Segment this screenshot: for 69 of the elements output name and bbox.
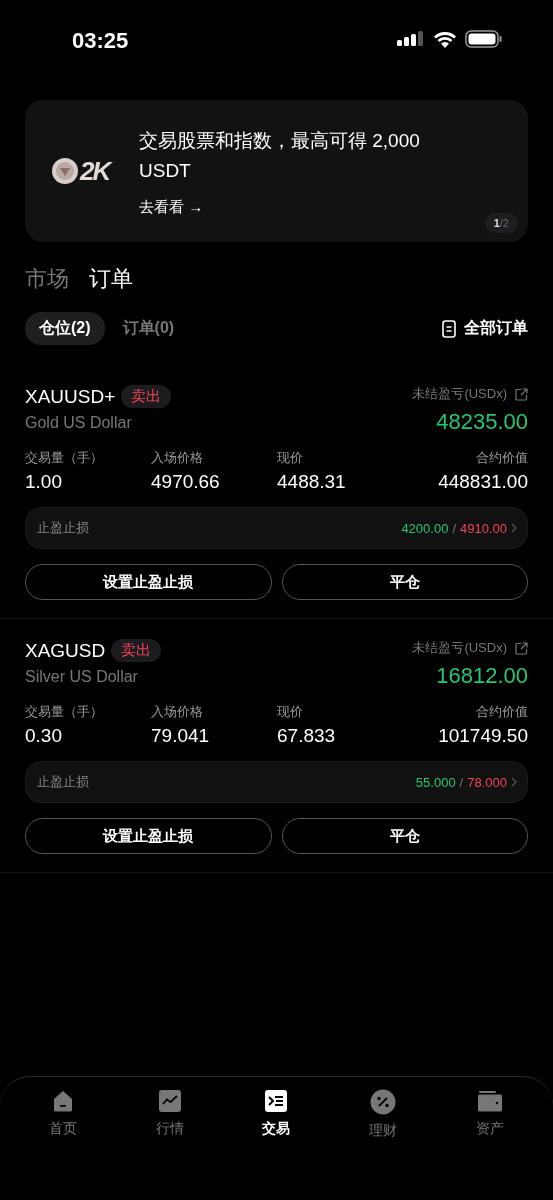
symbol: XAUUSD+ (25, 385, 116, 408)
percent-icon (370, 1089, 397, 1115)
nav-item[interactable]: 行情 (134, 1089, 205, 1200)
instrument-name: Gold US Dollar (25, 414, 133, 432)
filter-tab[interactable]: 订单(0) (108, 312, 189, 345)
action-button[interactable]: 平仓 (281, 564, 528, 600)
chevron-right-icon (511, 777, 517, 787)
separator: / (452, 520, 456, 536)
field-value: 79.041 (151, 725, 211, 747)
field-value: 4970.66 (151, 471, 221, 493)
separator: / (459, 774, 464, 790)
pnl-label: 未结盈亏(USDx) (412, 639, 507, 657)
page-indicator: 1/2 (484, 213, 518, 233)
field-label: 交易量（手） (25, 703, 104, 721)
filter-tab[interactable]: 仓位(2) (25, 312, 105, 345)
tpsl-label: 止盈止损 (37, 773, 89, 791)
nav-item[interactable]: 交易 (241, 1089, 312, 1200)
take-profit-value: 55.000 (415, 774, 456, 790)
nav-item[interactable]: 首页 (28, 1089, 99, 1200)
field-label: 入场价格 (151, 449, 204, 467)
tpsl-label: 止盈止损 (37, 519, 89, 537)
field-label: 交易量（手） (25, 449, 104, 467)
coin-icon (51, 157, 79, 185)
status-time: 03:25 (72, 28, 129, 54)
pnl-label: 未结盈亏(USDx) (412, 385, 507, 403)
share-icon[interactable] (515, 387, 528, 401)
action-button[interactable]: 平仓 (281, 818, 528, 854)
side-tag: 卖出 (111, 639, 162, 662)
nav-item[interactable]: 理财 (348, 1089, 419, 1200)
pnl-value: 48235.00 (436, 409, 528, 435)
field-value: 1.00 (25, 471, 63, 493)
signal-icon (397, 31, 425, 47)
section-tab[interactable]: 市场 (25, 264, 69, 294)
wallet-icon (476, 1089, 503, 1113)
field-value: 0.30 (25, 725, 63, 747)
promo-banner[interactable]: 2K 交易股票和指数，最高可得 2,000 USDT 去看看 → 1/2 (25, 100, 528, 242)
banner-title: 交易股票和指数，最高可得 2,000 USDT (139, 128, 421, 183)
field-label: 合约价值 (476, 449, 528, 467)
banner-link[interactable]: 去看看 → (139, 197, 459, 217)
take-profit-value: 4200.00 (401, 520, 449, 536)
trade-icon (264, 1089, 289, 1113)
share-icon[interactable] (515, 641, 528, 655)
side-tag: 卖出 (121, 385, 172, 408)
field-label: 入场价格 (151, 703, 204, 721)
instrument-name: Silver US Dollar (25, 668, 139, 686)
field-label: 合约价值 (476, 703, 528, 721)
tpsl-bar[interactable]: 止盈止损 4200.00 / 4910.00 (25, 507, 528, 549)
symbol: XAGUSD (25, 639, 106, 662)
battery-icon (465, 30, 503, 48)
field-label: 现价 (277, 703, 304, 721)
nav-item[interactable]: 资产 (454, 1089, 525, 1200)
section-tab[interactable]: 订单 (89, 264, 133, 294)
document-icon (442, 319, 456, 338)
stop-loss-value: 4910.00 (460, 520, 507, 536)
stop-loss-value: 78.000 (467, 774, 507, 790)
logo-text: 2K (80, 155, 110, 187)
field-label: 现价 (277, 449, 304, 467)
action-button[interactable]: 设置止盈止损 (25, 818, 272, 854)
field-value: 67.833 (277, 725, 337, 747)
action-button[interactable]: 设置止盈止损 (25, 564, 272, 600)
chevron-right-icon (511, 523, 517, 533)
tpsl-bar[interactable]: 止盈止损 55.000 / 78.000 (25, 761, 528, 803)
field-value: 101749.50 (438, 725, 528, 747)
all-orders-link[interactable]: 全部订单 (464, 318, 528, 339)
pnl-value: 16812.00 (436, 663, 528, 689)
chart-icon (157, 1089, 182, 1113)
wifi-icon (433, 30, 457, 48)
field-value: 448831.00 (438, 471, 528, 493)
field-value: 4488.31 (277, 471, 347, 493)
